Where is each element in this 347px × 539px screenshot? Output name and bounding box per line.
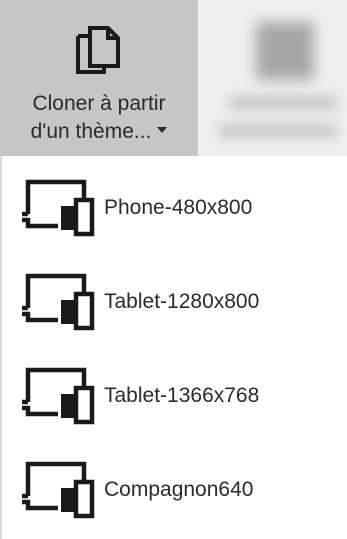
devices-icon [22,461,95,519]
clone-label-line-1: Cloner à partir [32,92,166,115]
blurred-label [228,96,338,110]
menu-item-phone-480x800[interactable]: Phone-480x800 [0,160,347,256]
menu-item-label: Phone-480x800 [104,196,253,219]
chevron-down-icon [157,127,168,134]
devices-icon [22,367,95,425]
clone-button-label: Cloner à partir d'un thème... [0,90,198,146]
clone-label-line-2-text: d'un thème... [30,120,152,143]
copy-pages-icon [76,26,120,74]
theme-clone-dropdown: Cloner à partir d'un thème... Phone-480x… [0,0,347,539]
clone-label-line-2: d'un thème... [0,118,198,146]
menu-item-label: Tablet-1280x800 [104,290,260,313]
menu-item-label: Compagnon640 [104,478,254,501]
blurred-icon [256,22,314,80]
ribbon: Cloner à partir d'un thème... [0,0,347,156]
blurred-label-2 [218,124,338,138]
menu-item-compagnon640[interactable]: Compagnon640 [0,442,347,538]
menu-item-label: Tablet-1366x768 [104,384,260,407]
clone-from-theme-button[interactable]: Cloner à partir d'un thème... [0,0,198,156]
devices-icon [22,273,95,331]
devices-icon [22,179,95,237]
menu-item-tablet-1366x768[interactable]: Tablet-1366x768 [0,348,347,444]
blurred-ribbon-button[interactable] [198,0,347,156]
menu-item-tablet-1280x800[interactable]: Tablet-1280x800 [0,254,347,350]
